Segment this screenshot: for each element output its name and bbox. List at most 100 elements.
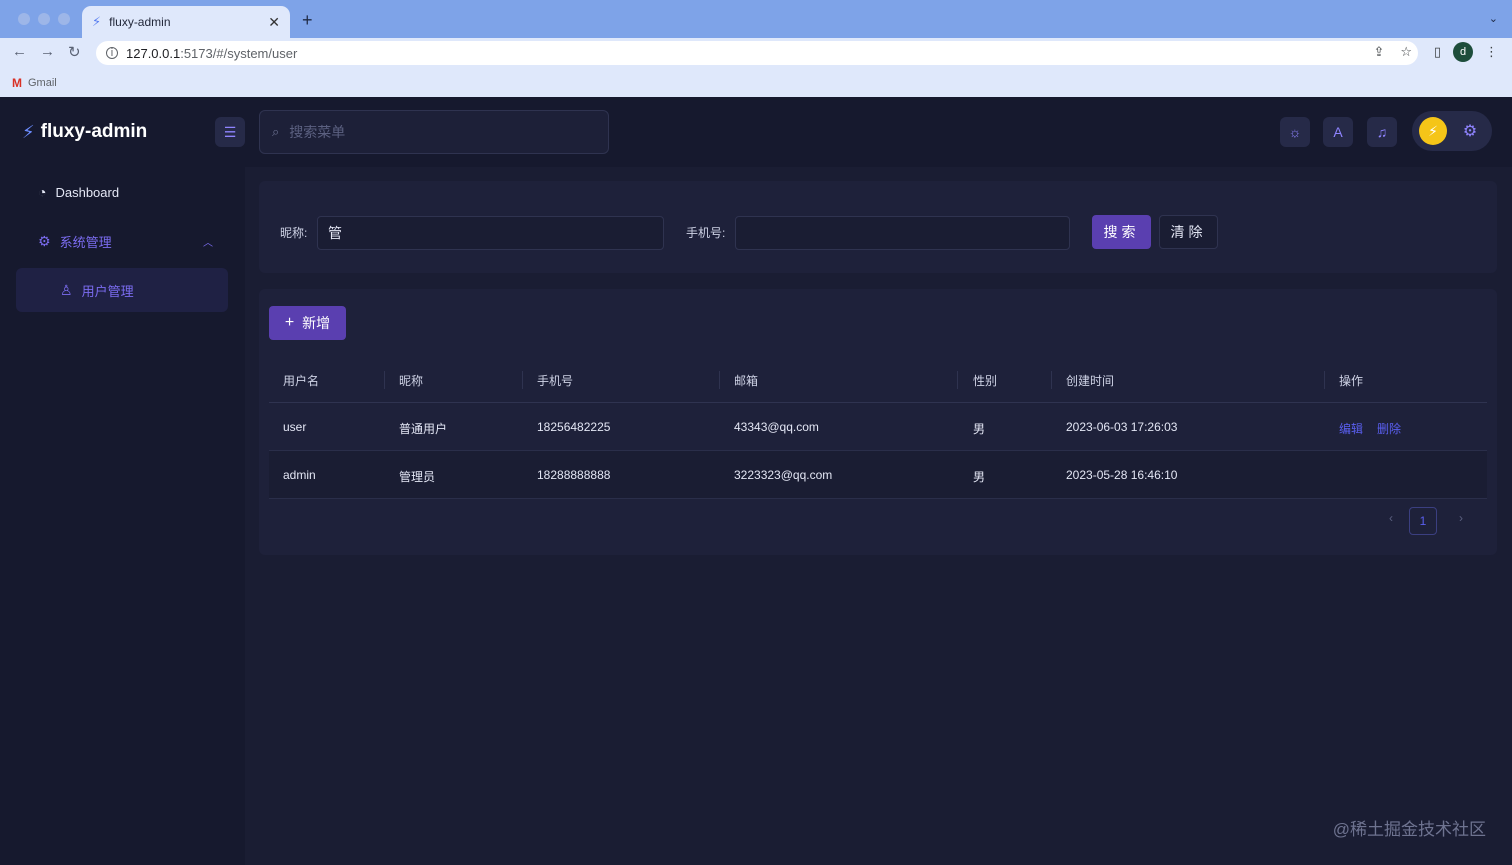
info-icon[interactable]: i <box>106 47 118 59</box>
chevron-up-icon: ︿ <box>203 238 213 249</box>
logo-text: fluxy-admin <box>40 121 148 142</box>
dashboard-icon: ◔ <box>38 184 47 200</box>
add-button-label: 新增 <box>302 315 331 331</box>
cell-gender: 男 <box>973 470 986 484</box>
cell-username: admin <box>283 468 316 482</box>
chevron-down-icon[interactable]: ⌄ <box>1489 12 1498 25</box>
settings-button[interactable]: ⚙ <box>1458 117 1482 145</box>
watermark: @稀土掘金技术社区 <box>1332 820 1486 839</box>
user-avatar[interactable]: ⚡ <box>1419 117 1447 145</box>
window-zoom-button[interactable] <box>58 13 70 25</box>
col-phone[interactable]: 手机号 <box>537 372 573 389</box>
phone-label: 手机号: <box>686 226 726 240</box>
table-card: + 新增 用户名 昵称 手机号 邮箱 性别 创建时间 操作 user 普通用户 … <box>259 289 1497 555</box>
theme-toggle-button[interactable]: ☼ <box>1280 117 1310 147</box>
search-icon: ⌕ <box>272 124 280 139</box>
table-row: admin 管理员 18288888888 3223323@qq.com 男 2… <box>269 451 1487 499</box>
browser-toolbar: ← → ↻ i 127.0.0.1:5173/#/system/user ⇪ ☆… <box>0 38 1512 68</box>
back-icon[interactable]: ← <box>12 43 27 60</box>
sidebar-item-label: Dashboard <box>55 184 120 200</box>
col-divider <box>719 371 720 389</box>
phone-input[interactable] <box>735 216 1070 250</box>
cell-phone: 18256482225 <box>537 420 611 434</box>
cell-nickname: 普通用户 <box>399 422 448 436</box>
app-root: ⚡ fluxy-admin ☰ ◔ Dashboard ⚙ 系统管理 ︿ ♙ 用… <box>0 97 1512 865</box>
bookmark-gmail[interactable]: Gmail <box>28 77 57 89</box>
cell-nickname: 管理员 <box>399 470 436 484</box>
sidebar-item-dashboard[interactable]: ◔ Dashboard <box>38 184 119 200</box>
col-gender[interactable]: 性别 <box>973 372 997 389</box>
pager-next[interactable]: › <box>1459 511 1463 525</box>
col-divider <box>1324 371 1325 389</box>
browser-chrome: ⚡ fluxy-admin ✕ + ⌄ ← → ↻ i 127.0.0.1:51… <box>0 0 1512 97</box>
edit-link[interactable]: 编辑 <box>1339 420 1363 437</box>
main-content: 昵称: 管 手机号: 搜索 清除 + 新增 用户名 昵称 手机号 邮箱 性别 创… <box>245 167 1512 865</box>
pager-prev[interactable]: ‹ <box>1389 511 1393 525</box>
search-placeholder: 搜索菜单 <box>289 124 346 140</box>
forward-icon[interactable]: → <box>40 43 55 60</box>
bolt-icon: ⚡ <box>92 14 102 29</box>
reload-icon[interactable]: ↻ <box>68 43 81 61</box>
sidepanel-icon[interactable]: ▯ <box>1434 44 1441 60</box>
col-divider <box>957 371 958 389</box>
kebab-menu-icon[interactable]: ⋮ <box>1485 44 1498 60</box>
cell-email: 3223323@qq.com <box>734 468 833 482</box>
delete-link[interactable]: 删除 <box>1377 420 1401 437</box>
col-username[interactable]: 用户名 <box>283 372 319 389</box>
profile-avatar[interactable]: d <box>1453 42 1473 62</box>
add-user-button[interactable]: + 新增 <box>269 306 346 340</box>
cell-username: user <box>283 420 307 434</box>
window-close-button[interactable] <box>18 13 30 25</box>
bell-icon: ♫ <box>1376 124 1388 140</box>
share-icon[interactable]: ⇪ <box>1373 44 1384 60</box>
search-button[interactable]: 搜索 <box>1092 215 1151 249</box>
gear-icon: ⚙ <box>38 233 51 249</box>
url-path: :5173/#/system/user <box>180 45 298 61</box>
col-email[interactable]: 邮箱 <box>734 372 758 389</box>
sidebar: ⚡ fluxy-admin ☰ ◔ Dashboard ⚙ 系统管理 ︿ ♙ 用… <box>0 97 245 865</box>
gmail-icon: M <box>12 75 22 90</box>
pager-page-1[interactable]: 1 <box>1409 507 1437 535</box>
col-nickname[interactable]: 昵称 <box>399 372 423 389</box>
cell-created: 2023-05-28 16:46:10 <box>1066 468 1178 482</box>
tab-title: fluxy-admin <box>109 15 171 29</box>
url-host: 127.0.0.1 <box>126 45 181 61</box>
sidebar-item-users[interactable]: ♙ 用户管理 <box>16 268 228 312</box>
cell-gender: 男 <box>973 422 986 436</box>
tab-strip: ⚡ fluxy-admin ✕ + ⌄ <box>0 0 1512 38</box>
sun-icon: ☼ <box>1288 124 1302 140</box>
bolt-icon: ⚡ <box>1428 122 1438 139</box>
language-button[interactable]: A <box>1323 117 1353 147</box>
table-row: user 普通用户 18256482225 43343@qq.com 男 202… <box>269 403 1487 451</box>
menu-search-input[interactable]: ⌕ 搜索菜单 <box>259 110 609 154</box>
clear-button[interactable]: 清除 <box>1159 215 1218 249</box>
notification-button[interactable]: ♫ <box>1367 117 1397 147</box>
nickname-input[interactable]: 管 <box>317 216 664 250</box>
col-divider <box>522 371 523 389</box>
cell-phone: 18288888888 <box>537 468 611 482</box>
cell-email: 43343@qq.com <box>734 420 819 434</box>
close-icon[interactable]: ✕ <box>268 14 280 31</box>
window-minimize-button[interactable] <box>38 13 50 25</box>
filter-card: 昵称: 管 手机号: 搜索 清除 <box>259 181 1497 273</box>
col-divider <box>1051 371 1052 389</box>
new-tab-button[interactable]: + <box>302 10 313 31</box>
col-created[interactable]: 创建时间 <box>1066 372 1114 389</box>
browser-tab[interactable]: ⚡ fluxy-admin ✕ <box>82 6 290 38</box>
star-icon[interactable]: ☆ <box>1400 44 1412 60</box>
plus-icon: + <box>284 314 295 331</box>
user-table: 用户名 昵称 手机号 邮箱 性别 创建时间 操作 user 普通用户 18256… <box>269 357 1487 499</box>
col-actions: 操作 <box>1339 374 1364 388</box>
menu-icon: ☰ <box>223 123 237 140</box>
sidebar-item-system[interactable]: ⚙ 系统管理 ︿ <box>38 232 213 251</box>
nickname-label: 昵称: <box>280 226 308 240</box>
app-logo[interactable]: ⚡ fluxy-admin <box>22 121 147 143</box>
menu-toggle-button[interactable]: ☰ <box>215 117 245 147</box>
user-icon: ♙ <box>60 281 73 298</box>
sidebar-item-label: 系统管理 <box>59 235 112 250</box>
bookmarks-bar: M Gmail <box>0 68 1512 97</box>
address-bar[interactable]: i 127.0.0.1:5173/#/system/user <box>96 41 1418 65</box>
gear-icon: ⚙ <box>1462 123 1478 140</box>
translate-icon: A <box>1333 124 1343 140</box>
table-header: 用户名 昵称 手机号 邮箱 性别 创建时间 操作 <box>269 357 1487 403</box>
